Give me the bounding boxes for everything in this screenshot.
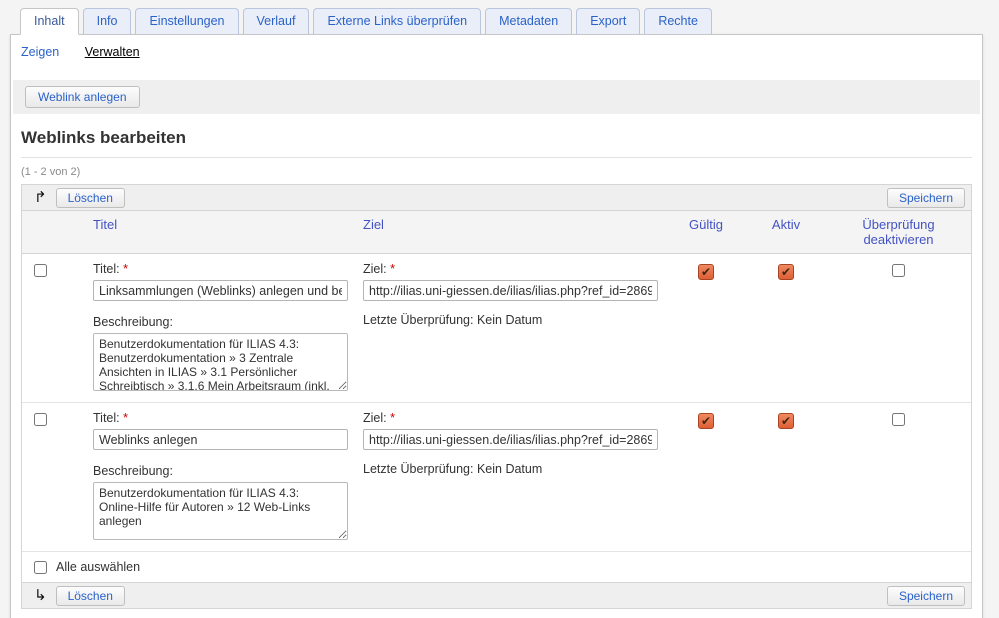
- table-header-row: Titel Ziel Gültig Aktiv Überprüfung deak…: [22, 211, 971, 254]
- row2-aktiv-checked-icon[interactable]: [778, 413, 794, 429]
- row1-ziel-label: Ziel: *: [363, 262, 659, 276]
- row1-aktiv-checked-icon[interactable]: [778, 264, 794, 280]
- row1-last-check-text: Letzte Überprüfung: Kein Datum: [363, 313, 659, 327]
- select-all-label: Alle auswählen: [56, 560, 140, 574]
- tab-info[interactable]: Info: [83, 8, 132, 35]
- content-panel: Zeigen Verwalten Weblink anlegen Weblink…: [10, 34, 983, 618]
- row2-titel-input[interactable]: [93, 429, 348, 450]
- row1-beschreibung-textarea[interactable]: Benutzerdokumentation für ILIAS 4.3: Ben…: [93, 333, 348, 391]
- action-toolbar: Weblink anlegen: [13, 80, 980, 114]
- row1-titel-input[interactable]: [93, 280, 348, 301]
- tab-externe-links-ueberpruefen[interactable]: Externe Links überprüfen: [313, 8, 481, 35]
- column-header-aktiv: Aktiv: [746, 211, 826, 253]
- column-header-ziel: Ziel: [356, 211, 666, 253]
- column-header-ueberpruefung-deaktivieren: Überprüfung deaktivieren: [826, 211, 971, 253]
- save-button-bottom[interactable]: Speichern: [887, 586, 965, 606]
- required-asterisk: *: [123, 262, 128, 276]
- table-row: Titel: * Beschreibung: Benutzerdokumenta…: [22, 254, 971, 403]
- row1-ziel-input[interactable]: [363, 280, 658, 301]
- column-header-gueltig: Gültig: [666, 211, 746, 253]
- required-asterisk: *: [390, 411, 395, 425]
- delete-button-top[interactable]: Löschen: [56, 188, 125, 208]
- tab-einstellungen[interactable]: Einstellungen: [135, 8, 238, 35]
- apply-selected-bottom-arrow-icon: ↳: [34, 588, 47, 603]
- row2-beschreibung-label: Beschreibung:: [93, 464, 349, 478]
- page-title: Weblinks bearbeiten: [21, 114, 972, 158]
- weblinks-table: ↱ Löschen Speichern Titel Ziel Gültig Ak…: [21, 184, 972, 609]
- row2-last-check-text: Letzte Überprüfung: Kein Datum: [363, 462, 659, 476]
- result-range-bottom: (1 - 2 von 2): [21, 609, 972, 618]
- row2-gueltig-checked-icon[interactable]: [698, 413, 714, 429]
- table-command-row-bottom: ↳ Löschen Speichern: [22, 582, 971, 608]
- tab-inhalt[interactable]: Inhalt: [20, 8, 79, 35]
- row2-ziel-label: Ziel: *: [363, 411, 659, 425]
- sub-tabs: Zeigen Verwalten: [11, 35, 982, 72]
- select-all-checkbox[interactable]: [34, 561, 47, 574]
- column-header-titel: Titel: [86, 211, 356, 253]
- tab-export[interactable]: Export: [576, 8, 640, 35]
- subtab-zeigen[interactable]: Zeigen: [21, 45, 59, 59]
- result-range-top: (1 - 2 von 2): [21, 158, 972, 184]
- row1-gueltig-checked-icon[interactable]: [698, 264, 714, 280]
- required-asterisk: *: [123, 411, 128, 425]
- row2-titel-label: Titel: *: [93, 411, 349, 425]
- row1-beschreibung-label: Beschreibung:: [93, 315, 349, 329]
- apply-selected-top-arrow-icon: ↱: [34, 190, 47, 205]
- add-weblink-button[interactable]: Weblink anlegen: [25, 86, 140, 108]
- row1-ueberpruefung-deaktivieren-checkbox[interactable]: [892, 264, 905, 277]
- column-header-select: [22, 211, 86, 253]
- required-asterisk: *: [390, 262, 395, 276]
- row1-select-checkbox[interactable]: [34, 264, 47, 277]
- tab-rechte[interactable]: Rechte: [644, 8, 712, 35]
- save-button-top[interactable]: Speichern: [887, 188, 965, 208]
- tab-metadaten[interactable]: Metadaten: [485, 8, 572, 35]
- row2-select-checkbox[interactable]: [34, 413, 47, 426]
- select-all-row: Alle auswählen: [22, 552, 971, 582]
- table-command-row-top: ↱ Löschen Speichern: [22, 185, 971, 211]
- delete-button-bottom[interactable]: Löschen: [56, 586, 125, 606]
- main-tabs: Inhalt Info Einstellungen Verlauf Extern…: [0, 0, 999, 35]
- row2-ziel-input[interactable]: [363, 429, 658, 450]
- subtab-verwalten[interactable]: Verwalten: [85, 45, 140, 59]
- row2-beschreibung-textarea[interactable]: Benutzerdokumentation für ILIAS 4.3: Onl…: [93, 482, 348, 540]
- tab-verlauf[interactable]: Verlauf: [243, 8, 310, 35]
- table-row: Titel: * Beschreibung: Benutzerdokumenta…: [22, 403, 971, 552]
- row2-ueberpruefung-deaktivieren-checkbox[interactable]: [892, 413, 905, 426]
- row1-titel-label: Titel: *: [93, 262, 349, 276]
